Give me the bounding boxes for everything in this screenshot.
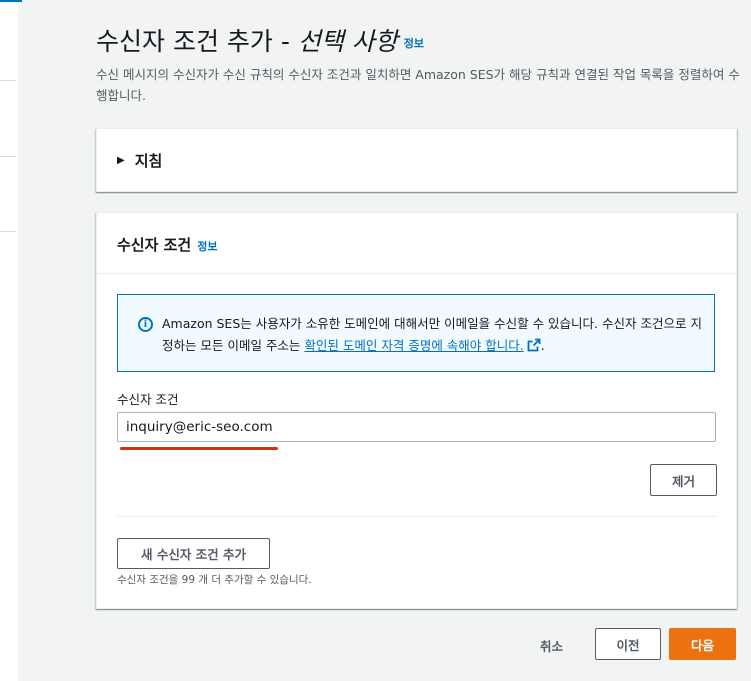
page-title-text: 수신자 조건 추가 - (96, 27, 298, 56)
next-button[interactable]: 다음 (669, 628, 736, 660)
caret-right-icon: ▶ (117, 155, 125, 166)
nav-divider (0, 156, 16, 157)
info-alert: i Amazon SES는 사용자가 소유한 도메인에 대해서만 이메일을 수신… (117, 294, 715, 372)
nav-divider (0, 231, 16, 232)
page-title: 수신자 조건 추가 - 선택 사항 정보 (96, 22, 424, 58)
alert-text-after: . (540, 338, 545, 353)
external-link-icon[interactable] (527, 337, 541, 359)
cancel-link[interactable]: 취소 (540, 636, 563, 655)
recipient-condition-input[interactable] (117, 412, 716, 442)
recipient-conditions-panel: 수신자 조건 정보 i Amazon SES는 사용자가 소유한 도메인에 대해서… (96, 212, 737, 609)
guide-title: 지침 (134, 152, 163, 170)
page-title-optional: 선택 사항 (297, 27, 398, 56)
panel-title: 수신자 조건 정보 (117, 234, 217, 255)
remaining-count-hint: 수신자 조건을 99 개 더 추가할 수 있습니다. (117, 574, 312, 586)
alert-text: Amazon SES는 사용자가 소유한 도메인에 대해서만 이메일을 수신할 … (162, 313, 702, 359)
panel-title-text: 수신자 조건 (117, 236, 192, 254)
divider (117, 516, 716, 517)
annotation-underline (120, 447, 278, 450)
info-icon: i (138, 317, 153, 332)
recipient-condition-label: 수신자 조건 (117, 392, 179, 407)
info-link[interactable]: 정보 (404, 37, 424, 50)
nav-active-indicator (0, 0, 22, 2)
info-link[interactable]: 정보 (197, 240, 217, 253)
remove-button[interactable]: 제거 (650, 464, 717, 496)
nav-divider (0, 80, 16, 81)
guide-panel: ▶ 지침 (96, 128, 737, 192)
verified-identity-link[interactable]: 확인된 도메인 자격 증명에 속해야 합니다. (304, 338, 523, 353)
side-navigation-edge (0, 0, 22, 681)
guide-expander[interactable]: ▶ 지침 (117, 150, 162, 171)
add-recipient-condition-button[interactable]: 새 수신자 조건 추가 (117, 538, 270, 569)
panel-header: 수신자 조건 정보 (97, 213, 736, 274)
page-description: 수신 메시지의 수신자가 수신 규칙의 수신자 조건과 일치하면 Amazon … (96, 67, 740, 103)
previous-button[interactable]: 이전 (595, 628, 661, 660)
